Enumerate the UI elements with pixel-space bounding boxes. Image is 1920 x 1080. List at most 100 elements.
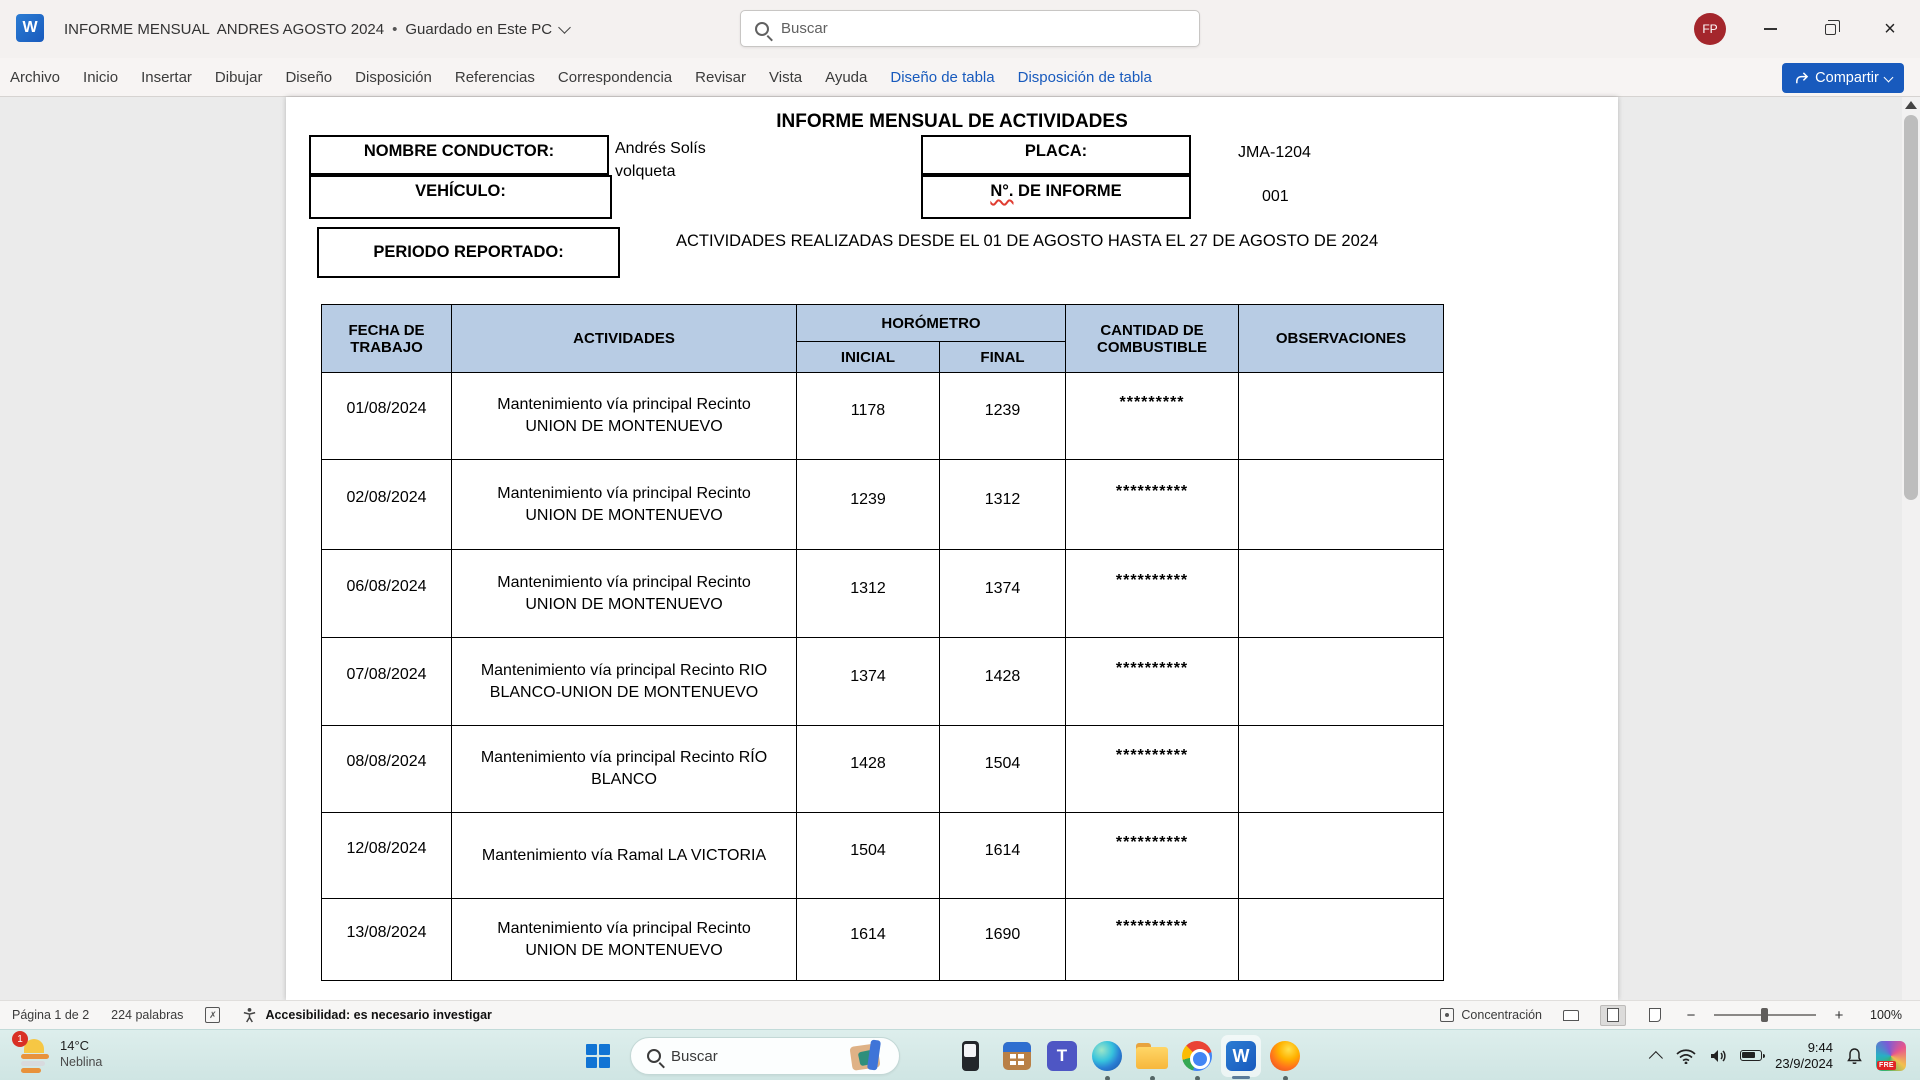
tab-dibujar[interactable]: Dibujar <box>215 69 263 86</box>
volume-icon[interactable] <box>1709 1048 1727 1064</box>
cell-observaciones[interactable] <box>1239 550 1444 638</box>
cell-inicial[interactable]: 1374 <box>797 638 940 726</box>
cell-final[interactable]: 1239 <box>940 373 1066 460</box>
tab-diseno[interactable]: Diseño <box>285 69 332 86</box>
file-explorer-icon[interactable] <box>1135 1039 1169 1073</box>
tab-correspondencia[interactable]: Correspondencia <box>558 69 672 86</box>
cell-inicial[interactable]: 1239 <box>797 460 940 550</box>
placa-label-box[interactable]: PLACA: <box>921 135 1191 175</box>
scroll-up-arrow-icon[interactable] <box>1905 101 1917 109</box>
header-fecha[interactable]: FECHA DE TRABAJO <box>322 305 452 373</box>
cell-final[interactable]: 1428 <box>940 638 1066 726</box>
user-avatar[interactable]: FP <box>1694 13 1726 45</box>
zoom-slider[interactable] <box>1714 1014 1816 1016</box>
cell-observaciones[interactable] <box>1239 899 1444 981</box>
cell-observaciones[interactable] <box>1239 638 1444 726</box>
cell-fecha[interactable]: 07/08/2024 <box>322 638 452 726</box>
start-button[interactable] <box>586 1044 610 1068</box>
wifi-icon[interactable] <box>1676 1048 1696 1064</box>
tab-diseno-de-tabla[interactable]: Diseño de tabla <box>890 69 994 86</box>
tab-vista[interactable]: Vista <box>769 69 802 86</box>
web-layout-button[interactable] <box>1642 1005 1668 1026</box>
chrome-icon[interactable] <box>1180 1039 1214 1073</box>
cell-inicial[interactable]: 1614 <box>797 899 940 981</box>
cell-observaciones[interactable] <box>1239 726 1444 813</box>
cell-inicial[interactable]: 1312 <box>797 550 940 638</box>
cell-combustible[interactable]: ********** <box>1066 460 1239 550</box>
cell-combustible[interactable]: ********** <box>1066 550 1239 638</box>
conductor-vehiculo-values[interactable]: Andrés Solís volqueta <box>615 137 706 183</box>
cell-observaciones[interactable] <box>1239 813 1444 899</box>
report-title[interactable]: INFORME MENSUAL DE ACTIVIDADES <box>286 111 1618 133</box>
cell-final[interactable]: 1312 <box>940 460 1066 550</box>
proofing-errors-icon[interactable]: ✗ <box>205 1007 220 1023</box>
cell-combustible[interactable]: ********** <box>1066 638 1239 726</box>
periodo-label-box[interactable]: PERIODO REPORTADO: <box>317 227 620 278</box>
microsoft-store-icon[interactable] <box>1000 1039 1034 1073</box>
cell-actividad[interactable]: Mantenimiento vía Ramal LA VICTORIA <box>452 813 797 899</box>
cell-final[interactable]: 1614 <box>940 813 1066 899</box>
cell-actividad[interactable]: Mantenimiento vía principal Recinto UNIO… <box>452 899 797 981</box>
fre-app-icon[interactable]: FRE <box>1876 1041 1906 1071</box>
tab-disposicion[interactable]: Disposición <box>355 69 432 86</box>
cell-fecha[interactable]: 08/08/2024 <box>322 726 452 813</box>
word-app-icon[interactable]: W <box>16 14 44 42</box>
cell-inicial[interactable]: 1504 <box>797 813 940 899</box>
zoom-level[interactable]: 100% <box>1862 1008 1902 1022</box>
page-indicator[interactable]: Página 1 de 2 <box>12 1008 89 1022</box>
phone-link-icon[interactable] <box>953 1039 987 1073</box>
header-inicial[interactable]: INICIAL <box>797 342 940 373</box>
read-mode-button[interactable] <box>1558 1005 1584 1026</box>
cell-fecha[interactable]: 12/08/2024 <box>322 813 452 899</box>
cell-fecha[interactable]: 02/08/2024 <box>322 460 452 550</box>
tab-archivo[interactable]: Archivo <box>10 69 60 86</box>
taskbar-search[interactable]: Buscar <box>630 1037 900 1075</box>
cell-fecha[interactable]: 06/08/2024 <box>322 550 452 638</box>
restore-button[interactable] <box>1806 0 1854 58</box>
cell-combustible[interactable]: ********* <box>1066 373 1239 460</box>
chevron-down-icon[interactable] <box>558 21 571 34</box>
cell-combustible[interactable]: ********** <box>1066 899 1239 981</box>
header-final[interactable]: FINAL <box>940 342 1066 373</box>
tab-revisar[interactable]: Revisar <box>695 69 746 86</box>
cell-final[interactable]: 1690 <box>940 899 1066 981</box>
cell-actividad[interactable]: Mantenimiento vía principal Recinto RÍO … <box>452 726 797 813</box>
zoom-slider-thumb[interactable] <box>1761 1008 1768 1022</box>
tab-insertar[interactable]: Insertar <box>141 69 192 86</box>
vertical-scrollbar[interactable] <box>1902 97 1920 1000</box>
notifications-bell-icon[interactable] <box>1846 1047 1863 1065</box>
cell-fecha[interactable]: 13/08/2024 <box>322 899 452 981</box>
zoom-out-button[interactable]: − <box>1684 1007 1698 1024</box>
zoom-in-button[interactable]: + <box>1832 1007 1846 1024</box>
cell-final[interactable]: 1504 <box>940 726 1066 813</box>
weather-widget[interactable]: 1 14°C Neblina <box>18 1036 102 1072</box>
cell-actividad[interactable]: Mantenimiento vía principal Recinto UNIO… <box>452 550 797 638</box>
cell-observaciones[interactable] <box>1239 373 1444 460</box>
word-count[interactable]: 224 palabras <box>111 1008 183 1022</box>
firefox-icon[interactable] <box>1268 1039 1302 1073</box>
informe-label-box[interactable]: N°. DE INFORME <box>921 175 1191 219</box>
search-highlight-graphic[interactable] <box>847 1039 893 1073</box>
cell-fecha[interactable]: 01/08/2024 <box>322 373 452 460</box>
cell-combustible[interactable]: ********** <box>1066 813 1239 899</box>
battery-icon[interactable] <box>1740 1050 1762 1061</box>
save-status-text[interactable]: Guardado en Este PC <box>405 21 552 38</box>
periodo-value[interactable]: ACTIVIDADES REALIZADAS DESDE EL 01 DE AG… <box>676 230 1442 253</box>
tab-referencias[interactable]: Referencias <box>455 69 535 86</box>
vehiculo-label-box[interactable]: VEHÍCULO: <box>309 175 612 219</box>
tab-ayuda[interactable]: Ayuda <box>825 69 867 86</box>
teams-icon[interactable]: T <box>1045 1039 1079 1073</box>
word-taskbar-icon[interactable]: W <box>1224 1039 1258 1073</box>
cell-combustible[interactable]: ********** <box>1066 726 1239 813</box>
header-actividades[interactable]: ACTIVIDADES <box>452 305 797 373</box>
header-observaciones[interactable]: OBSERVACIONES <box>1239 305 1444 373</box>
print-layout-button[interactable] <box>1600 1005 1626 1026</box>
scrollbar-thumb[interactable] <box>1904 115 1918 500</box>
clock-widget[interactable]: 9:44 23/9/2024 <box>1775 1040 1833 1072</box>
header-horometro[interactable]: HORÓMETRO <box>797 305 1066 342</box>
focus-mode-button[interactable]: Concentración <box>1440 1008 1542 1022</box>
minimize-button[interactable] <box>1746 0 1794 58</box>
cell-final[interactable]: 1374 <box>940 550 1066 638</box>
cell-actividad[interactable]: Mantenimiento vía principal Recinto RIO … <box>452 638 797 726</box>
cell-inicial[interactable]: 1428 <box>797 726 940 813</box>
